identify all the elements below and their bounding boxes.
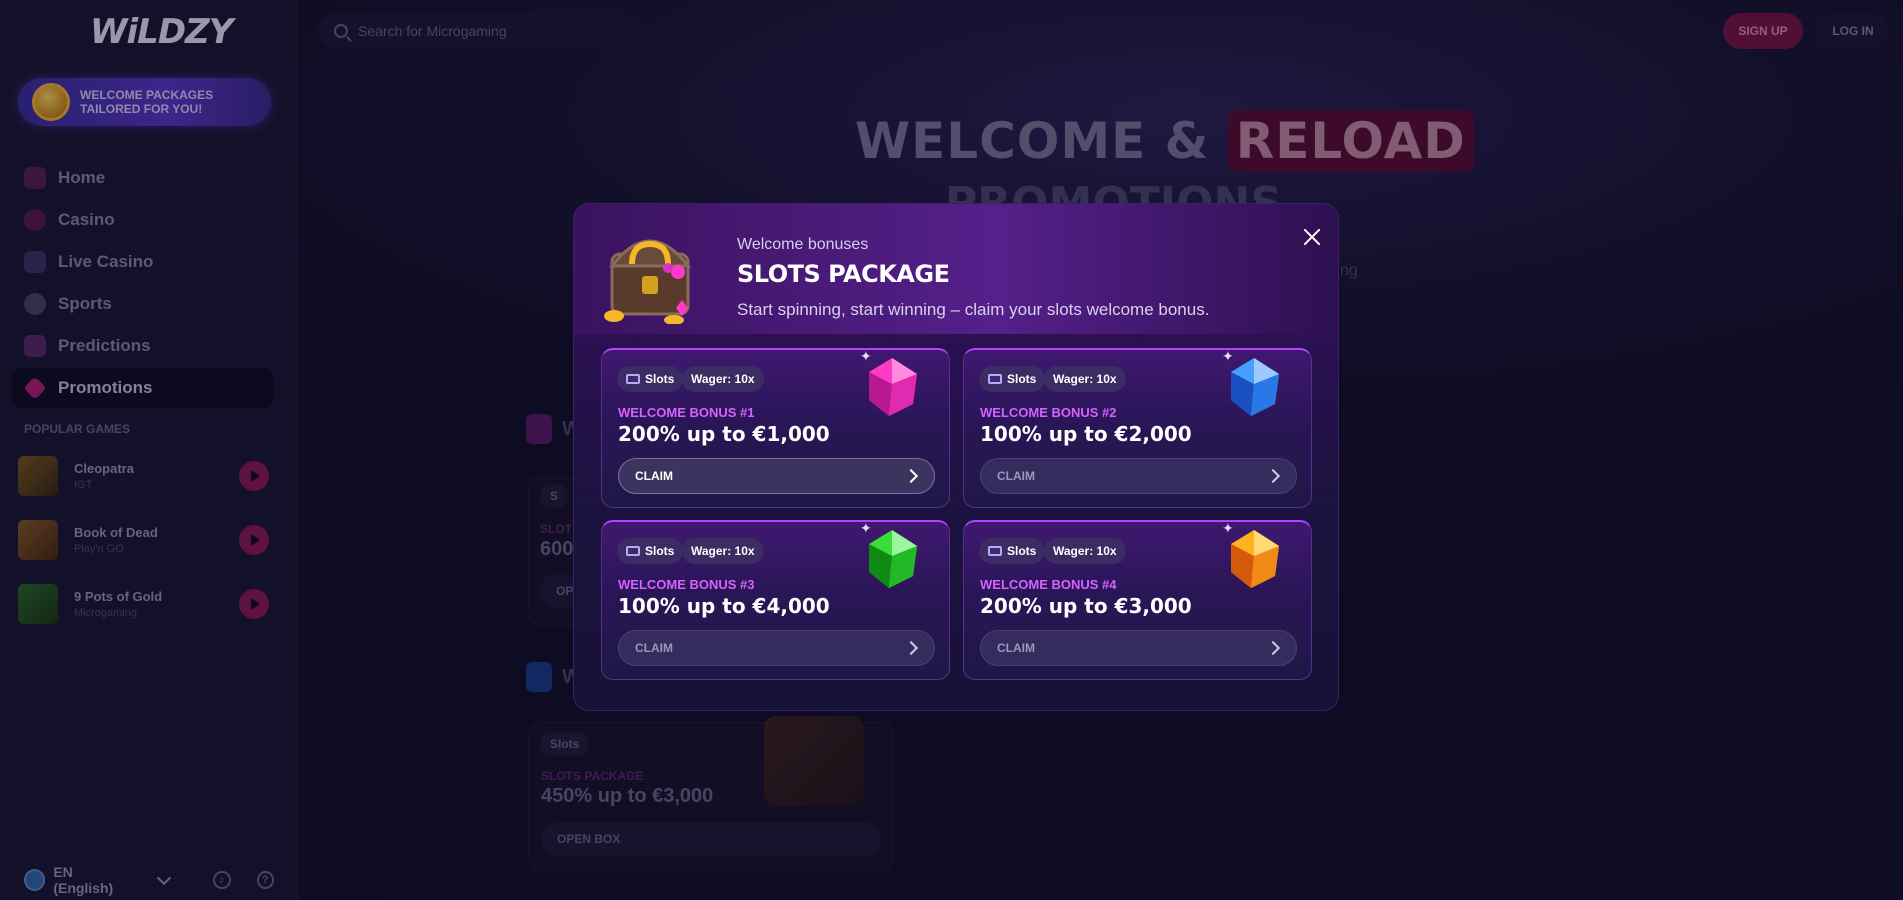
bonus-value: 200% up to €3,000 bbox=[980, 594, 1192, 618]
sparkle-icon: ✦ bbox=[860, 348, 872, 364]
bonus-value: 200% up to €1,000 bbox=[618, 422, 830, 446]
bonus-label: WELCOME BONUS #2 bbox=[980, 405, 1117, 420]
chevron-right-icon bbox=[903, 640, 919, 656]
category-label: Slots bbox=[645, 544, 675, 558]
modal-description: Start spinning, start winning – claim yo… bbox=[737, 300, 1210, 319]
chevron-right-icon bbox=[903, 468, 919, 484]
category-tag: Slots bbox=[979, 538, 1046, 564]
slot-machine-icon bbox=[988, 546, 1002, 556]
category-label: Slots bbox=[645, 372, 675, 386]
sparkle-icon: ✦ bbox=[1222, 348, 1234, 364]
category-label: Slots bbox=[1007, 544, 1037, 558]
claim-button[interactable]: CLAIM bbox=[980, 458, 1297, 494]
modal-eyebrow: Welcome bonuses bbox=[737, 236, 869, 253]
bonus-card: Slots Wager: 10x ✦ WELCOME BONUS #3 100%… bbox=[601, 520, 950, 680]
bonus-label: WELCOME BONUS #4 bbox=[980, 577, 1117, 592]
bonus-label: WELCOME BONUS #1 bbox=[618, 405, 755, 420]
wager-tag: Wager: 10x bbox=[682, 366, 764, 392]
sparkle-icon: ✦ bbox=[860, 520, 872, 536]
chevron-right-icon bbox=[1265, 640, 1281, 656]
treasure-chest-icon bbox=[604, 239, 692, 324]
slot-machine-icon bbox=[626, 374, 640, 384]
bonus-card: Slots Wager: 10x ✦ WELCOME BONUS #4 200%… bbox=[963, 520, 1312, 680]
slot-machine-icon bbox=[988, 374, 1002, 384]
wager-tag: Wager: 10x bbox=[682, 538, 764, 564]
slot-machine-icon bbox=[626, 546, 640, 556]
claim-label: CLAIM bbox=[997, 469, 1035, 483]
wager-tag: Wager: 10x bbox=[1044, 366, 1126, 392]
bonus-label: WELCOME BONUS #3 bbox=[618, 577, 755, 592]
sparkle-icon: ✦ bbox=[1222, 520, 1234, 536]
close-icon[interactable] bbox=[1301, 226, 1323, 248]
modal-title: SLOTS PACKAGE bbox=[737, 260, 950, 288]
chevron-right-icon bbox=[1265, 468, 1281, 484]
wager-label: Wager: 10x bbox=[1053, 544, 1117, 558]
claim-button[interactable]: CLAIM bbox=[618, 630, 935, 666]
bonus-value: 100% up to €4,000 bbox=[618, 594, 830, 618]
category-label: Slots bbox=[1007, 372, 1037, 386]
claim-button[interactable]: CLAIM bbox=[980, 630, 1297, 666]
wager-tag: Wager: 10x bbox=[1044, 538, 1126, 564]
claim-label: CLAIM bbox=[635, 641, 673, 655]
wager-label: Wager: 10x bbox=[691, 544, 755, 558]
claim-label: CLAIM bbox=[997, 641, 1035, 655]
slots-package-modal: Welcome bonuses SLOTS PACKAGE Start spin… bbox=[573, 203, 1339, 711]
claim-button[interactable]: CLAIM bbox=[618, 458, 935, 494]
category-tag: Slots bbox=[617, 538, 684, 564]
category-tag: Slots bbox=[979, 366, 1046, 392]
wager-label: Wager: 10x bbox=[691, 372, 755, 386]
category-tag: Slots bbox=[617, 366, 684, 392]
bonus-value: 100% up to €2,000 bbox=[980, 422, 1192, 446]
claim-label: CLAIM bbox=[635, 469, 673, 483]
wager-label: Wager: 10x bbox=[1053, 372, 1117, 386]
bonus-card: Slots Wager: 10x ✦ WELCOME BONUS #2 100%… bbox=[963, 348, 1312, 508]
bonus-card: Slots Wager: 10x ✦ WELCOME BONUS #1 200%… bbox=[601, 348, 950, 508]
